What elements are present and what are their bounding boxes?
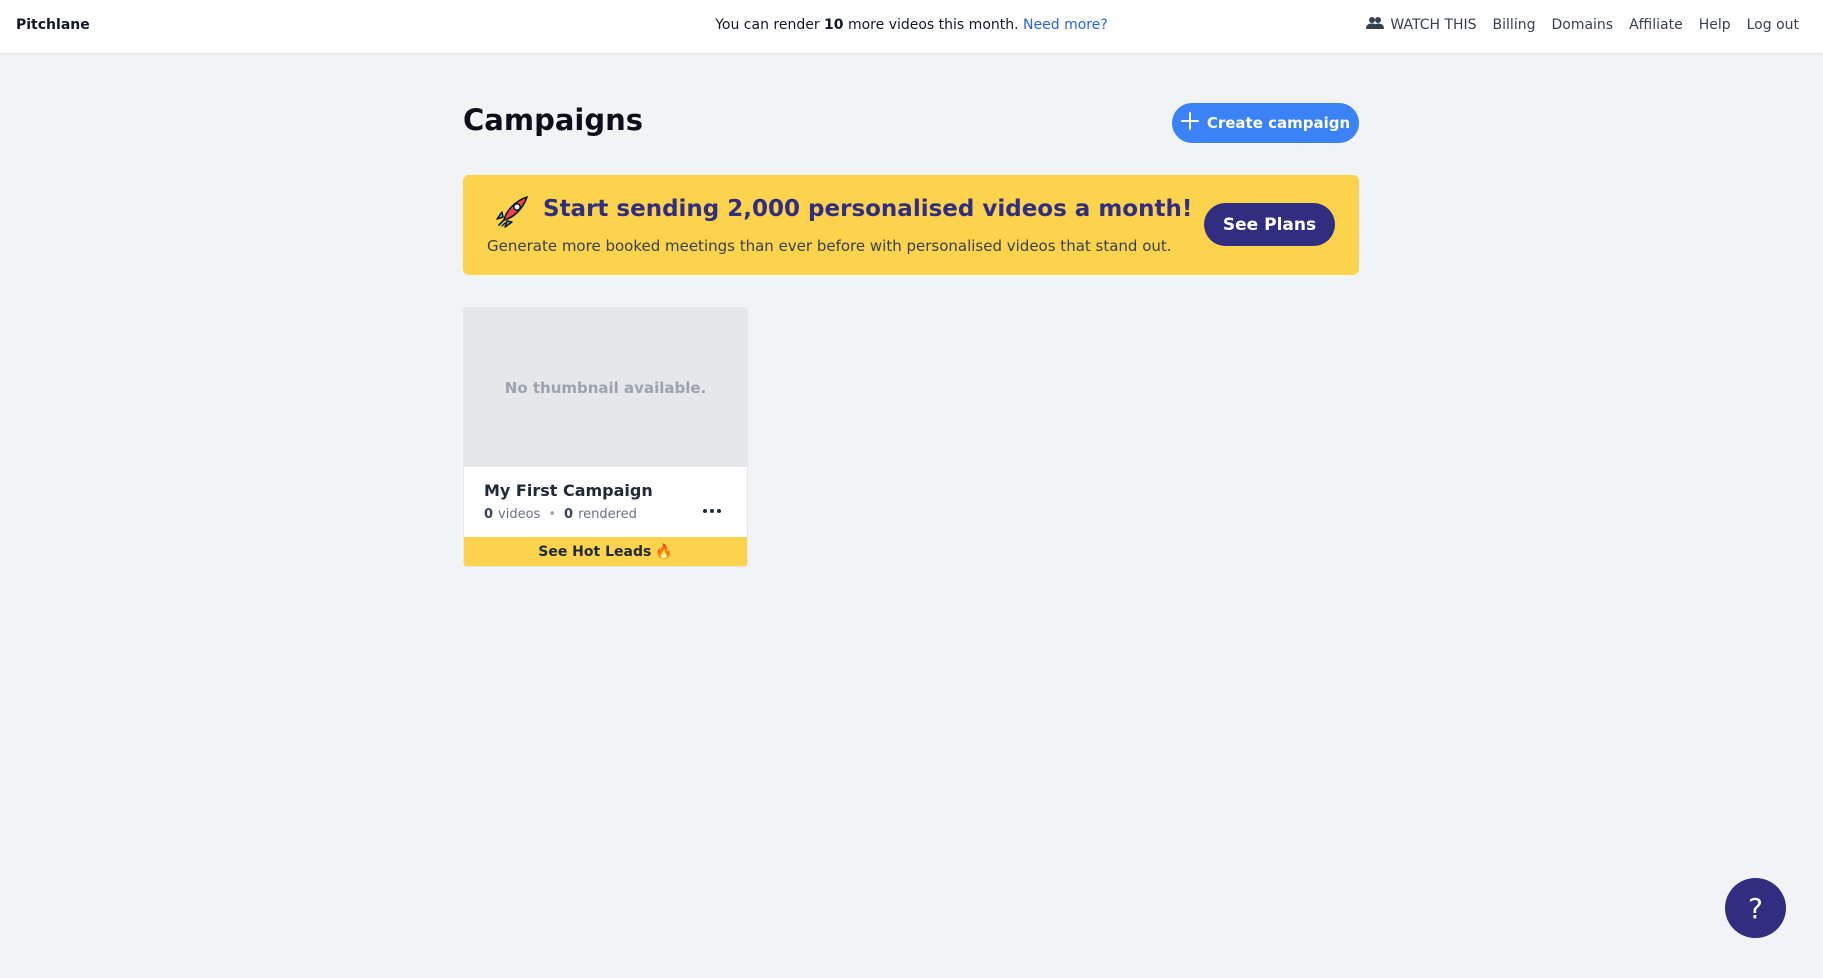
nav-affiliate[interactable]: Affiliate: [1629, 17, 1683, 33]
quota-count: 10: [824, 17, 844, 33]
nav-billing[interactable]: Billing: [1493, 17, 1536, 33]
stats-separator: •: [548, 507, 557, 522]
create-campaign-label: Create campaign: [1206, 114, 1351, 132]
upgrade-banner-subtitle: Generate more booked meetings than ever …: [487, 237, 1172, 255]
fire-icon: 🔥: [655, 543, 673, 560]
top-bar: Pitchlane You can render 10 more videos …: [0, 0, 1823, 54]
help-chat-button[interactable]: ?: [1725, 878, 1786, 938]
nav-domains[interactable]: Domains: [1551, 17, 1613, 33]
nav-logout[interactable]: Log out: [1747, 17, 1799, 33]
quota-prefix: You can render: [715, 17, 825, 33]
upgrade-banner-title: Start sending 2,000 personalised videos …: [543, 196, 1193, 222]
rocket-icon: [493, 193, 531, 231]
create-campaign-button[interactable]: Create campaign: [1172, 103, 1359, 143]
watch-this-label: WATCH THIS: [1390, 17, 1477, 33]
videos-count: 0: [484, 507, 494, 522]
ellipsis-icon: [702, 499, 722, 518]
users-icon: [1366, 16, 1385, 34]
campaign-name[interactable]: My First Campaign: [484, 481, 653, 500]
nav-help[interactable]: Help: [1699, 17, 1731, 33]
campaign-card[interactable]: No thumbnail available. My First Campaig…: [463, 307, 748, 567]
page-title: Campaigns: [463, 103, 644, 137]
campaign-thumbnail[interactable]: No thumbnail available.: [464, 308, 747, 467]
top-nav: WATCH THIS Billing Domains Affiliate Hel…: [1366, 16, 1799, 34]
plus-icon: [1180, 112, 1199, 134]
see-hot-leads-button[interactable]: See Hot Leads 🔥: [464, 537, 747, 566]
rendered-label: rendered: [578, 507, 637, 522]
rendered-count: 0: [564, 507, 574, 522]
watch-this-link[interactable]: WATCH THIS: [1366, 16, 1477, 34]
campaign-options-button[interactable]: [696, 492, 728, 524]
campaign-stats: 0 videos • 0 rendered: [484, 507, 637, 522]
see-hot-leads-label: See Hot Leads: [538, 543, 652, 560]
need-more-link[interactable]: Need more?: [1023, 17, 1108, 33]
quota-suffix: more videos this month.: [843, 17, 1019, 33]
upgrade-banner: Start sending 2,000 personalised videos …: [463, 175, 1359, 275]
see-plans-button[interactable]: See Plans: [1204, 203, 1335, 246]
videos-label: videos: [498, 507, 541, 522]
